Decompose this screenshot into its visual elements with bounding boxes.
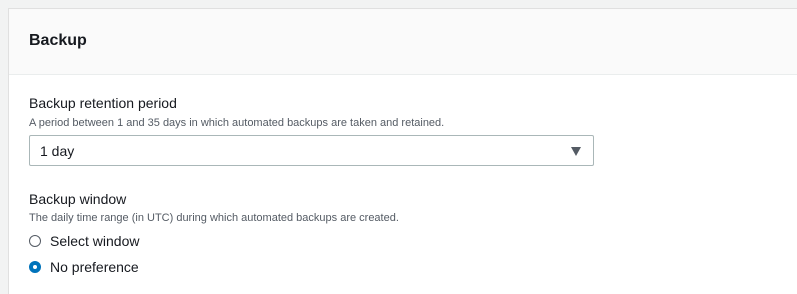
radio-button-checked[interactable]	[29, 261, 41, 273]
backup-window-label: Backup window	[29, 191, 127, 207]
page: Backup Backup retention period A period …	[0, 0, 797, 294]
radio-label-select-window: Select window	[50, 233, 140, 249]
backup-panel: Backup Backup retention period A period …	[8, 8, 797, 294]
radio-label-no-preference: No preference	[50, 259, 139, 275]
panel-title: Backup	[29, 31, 87, 49]
backup-window-description: The daily time range (in UTC) during whi…	[29, 212, 399, 224]
radio-option-select-window[interactable]: Select window	[29, 232, 140, 250]
panel-header: Backup	[9, 9, 797, 75]
retention-period-description: A period between 1 and 35 days in which …	[29, 117, 445, 129]
caret-down-icon	[571, 147, 581, 156]
radio-option-no-preference[interactable]: No preference	[29, 258, 139, 276]
retention-period-select[interactable]: 1 day	[29, 135, 594, 166]
radio-button-unchecked[interactable]	[29, 235, 41, 247]
retention-period-value: 1 day	[40, 143, 75, 159]
retention-period-label: Backup retention period	[29, 95, 177, 111]
